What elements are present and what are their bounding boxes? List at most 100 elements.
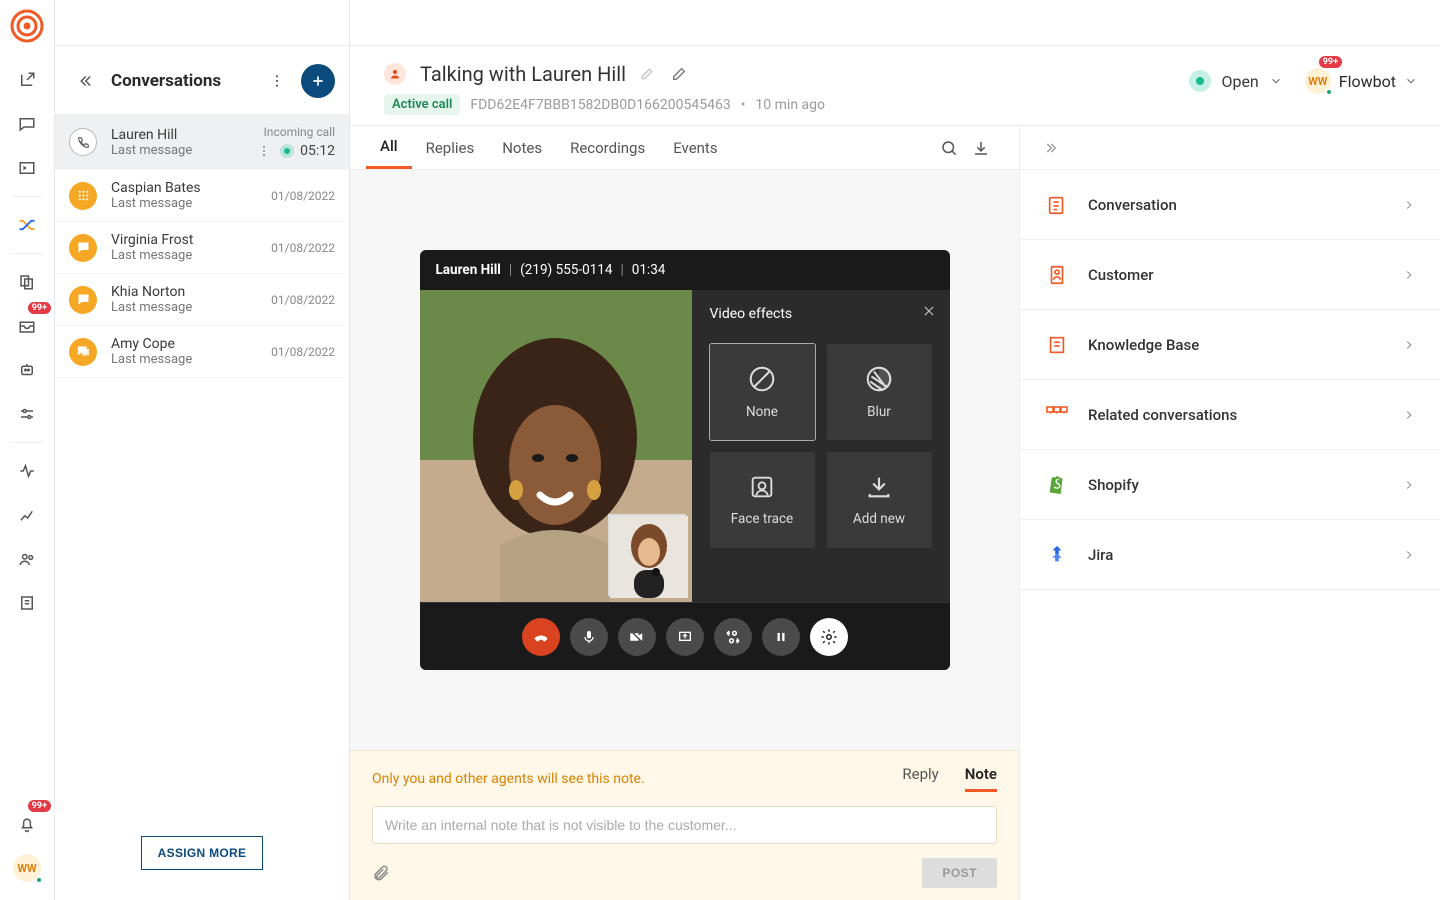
note-input[interactable] (372, 806, 997, 844)
nav-shuffle-icon[interactable] (7, 205, 47, 245)
post-button[interactable]: POST (922, 858, 997, 888)
app-logo[interactable] (9, 8, 45, 44)
incoming-label: Incoming call (264, 125, 335, 139)
nav-bell-icon[interactable]: 99+ (7, 804, 47, 844)
hold-button[interactable] (762, 618, 800, 656)
jira-icon (1044, 544, 1070, 566)
mute-button[interactable] (570, 618, 608, 656)
search-icon[interactable] (933, 132, 965, 164)
main-area: Talking with Lauren Hill Active call FDD… (350, 0, 1440, 900)
download-icon[interactable] (965, 132, 997, 164)
assignee-dropdown[interactable]: 99+ WW Flowbot (1305, 68, 1418, 94)
collapse-left-icon[interactable] (69, 65, 101, 97)
chevron-down-icon (1404, 74, 1418, 88)
conversation-row[interactable]: Amy Cope Last message 01/08/2022 (55, 326, 349, 378)
camera-off-button[interactable] (618, 618, 656, 656)
row-name: Khia Norton (111, 284, 271, 300)
row-name: Virginia Frost (111, 232, 271, 248)
nav-bot-icon[interactable] (7, 350, 47, 390)
accordion-related-conversations[interactable]: Related conversations (1020, 380, 1440, 450)
fx-blur[interactable]: Blur (827, 344, 932, 440)
tab-notes[interactable]: Notes (488, 126, 556, 169)
conversation-row[interactable]: Caspian Bates Last message 01/08/2022 (55, 170, 349, 222)
tab-events[interactable]: Events (659, 126, 731, 169)
tab-reply[interactable]: Reply (902, 765, 938, 792)
nav-share-icon[interactable] (7, 60, 47, 100)
call-phone: (219) 555-0114 (520, 262, 612, 278)
conversation-row[interactable]: Khia Norton Last message 01/08/2022 (55, 274, 349, 326)
edit2-icon[interactable] (668, 63, 690, 85)
right-panel: Conversation Customer Knowledge Base Rel… (1020, 126, 1440, 900)
note-hint: Only you and other agents will see this … (372, 771, 902, 787)
screenshare-button[interactable] (666, 618, 704, 656)
header-title: Talking with Lauren Hill (420, 62, 626, 86)
call-name: Lauren Hill (436, 262, 501, 278)
accordion-knowledge-base[interactable]: Knowledge Base (1020, 310, 1440, 380)
tab-replies[interactable]: Replies (412, 126, 489, 169)
call-settings-button[interactable] (810, 618, 848, 656)
status-label: Open (1221, 72, 1258, 91)
edit-title-icon[interactable] (636, 63, 658, 85)
hangup-button[interactable] (522, 618, 560, 656)
nav-doc-icon[interactable] (7, 583, 47, 623)
assignee-initials: WW (1308, 75, 1327, 88)
nav-activity-icon[interactable] (7, 451, 47, 491)
nav-terminal-icon[interactable] (7, 148, 47, 188)
tab-note[interactable]: Note (965, 765, 997, 792)
assign-more-button[interactable]: ASSIGN MORE (141, 836, 264, 870)
customer-icon (1044, 264, 1070, 286)
more-icon[interactable] (261, 65, 293, 97)
conversation-row[interactable]: Virginia Frost Last message 01/08/2022 (55, 222, 349, 274)
accordion-conversation[interactable]: Conversation (1020, 170, 1440, 240)
nav-inbox-icon[interactable]: 99+ (7, 306, 47, 346)
accordion-label: Customer (1088, 266, 1384, 284)
row-more-icon[interactable] (256, 143, 272, 159)
assignee-label: Flowbot (1339, 72, 1396, 91)
tab-recordings[interactable]: Recordings (556, 126, 659, 169)
nav-chart-icon[interactable] (7, 495, 47, 535)
nav-user-avatar[interactable]: WW (7, 848, 47, 888)
chevron-right-icon (1402, 198, 1416, 212)
chevron-right-icon (1402, 408, 1416, 422)
conversation-icon (1044, 194, 1070, 216)
local-video-pip[interactable] (608, 514, 686, 596)
bell-badge: 99+ (28, 800, 51, 812)
nav-chat-icon[interactable] (7, 104, 47, 144)
conversations-header: Conversations (55, 46, 349, 115)
expand-right-icon[interactable] (1036, 132, 1068, 164)
remote-video (420, 290, 692, 602)
accordion-customer[interactable]: Customer (1020, 240, 1440, 310)
header-time: 10 min ago (755, 97, 825, 113)
accordion-shopify[interactable]: Shopify (1020, 450, 1440, 520)
conversations-panel: Conversations Lauren Hill Last message I… (55, 0, 350, 900)
fx-face-trace[interactable]: Face trace (710, 452, 815, 548)
status-dropdown[interactable]: Open (1189, 70, 1282, 92)
chevron-right-icon (1402, 548, 1416, 562)
close-icon[interactable] (922, 304, 936, 318)
avatar-text: WW (17, 862, 36, 875)
attach-icon[interactable] (372, 864, 390, 882)
fx-title: Video effects (710, 306, 932, 322)
nav-rail: 99+ 99+ WW (0, 0, 55, 900)
nav-copy-icon[interactable] (7, 262, 47, 302)
fx-add-new[interactable]: Add new (827, 452, 932, 548)
fx-face-label: Face trace (731, 511, 793, 527)
video-call-panel: Lauren Hill | (219) 555-0114 | 01:34 (420, 250, 950, 670)
inbox-badge: 99+ (28, 302, 51, 314)
conversation-row[interactable]: Lauren Hill Last message Incoming call 0… (55, 115, 349, 170)
new-conversation-button[interactable] (301, 64, 335, 98)
tab-all[interactable]: All (366, 126, 412, 169)
nav-team-icon[interactable] (7, 539, 47, 579)
nav-settings2-icon[interactable] (7, 394, 47, 434)
fx-none-label: None (746, 404, 778, 420)
row-name: Caspian Bates (111, 180, 271, 196)
row-date: 01/08/2022 (271, 293, 335, 307)
chevron-down-icon (1269, 74, 1283, 88)
row-sub: Last message (111, 352, 271, 367)
accordion-label: Conversation (1088, 196, 1384, 214)
accordion-jira[interactable]: Jira (1020, 520, 1440, 590)
kb-icon (1044, 334, 1070, 356)
fx-none[interactable]: None (710, 344, 815, 440)
transfer-button[interactable] (714, 618, 752, 656)
composer: Only you and other agents will see this … (350, 750, 1019, 900)
